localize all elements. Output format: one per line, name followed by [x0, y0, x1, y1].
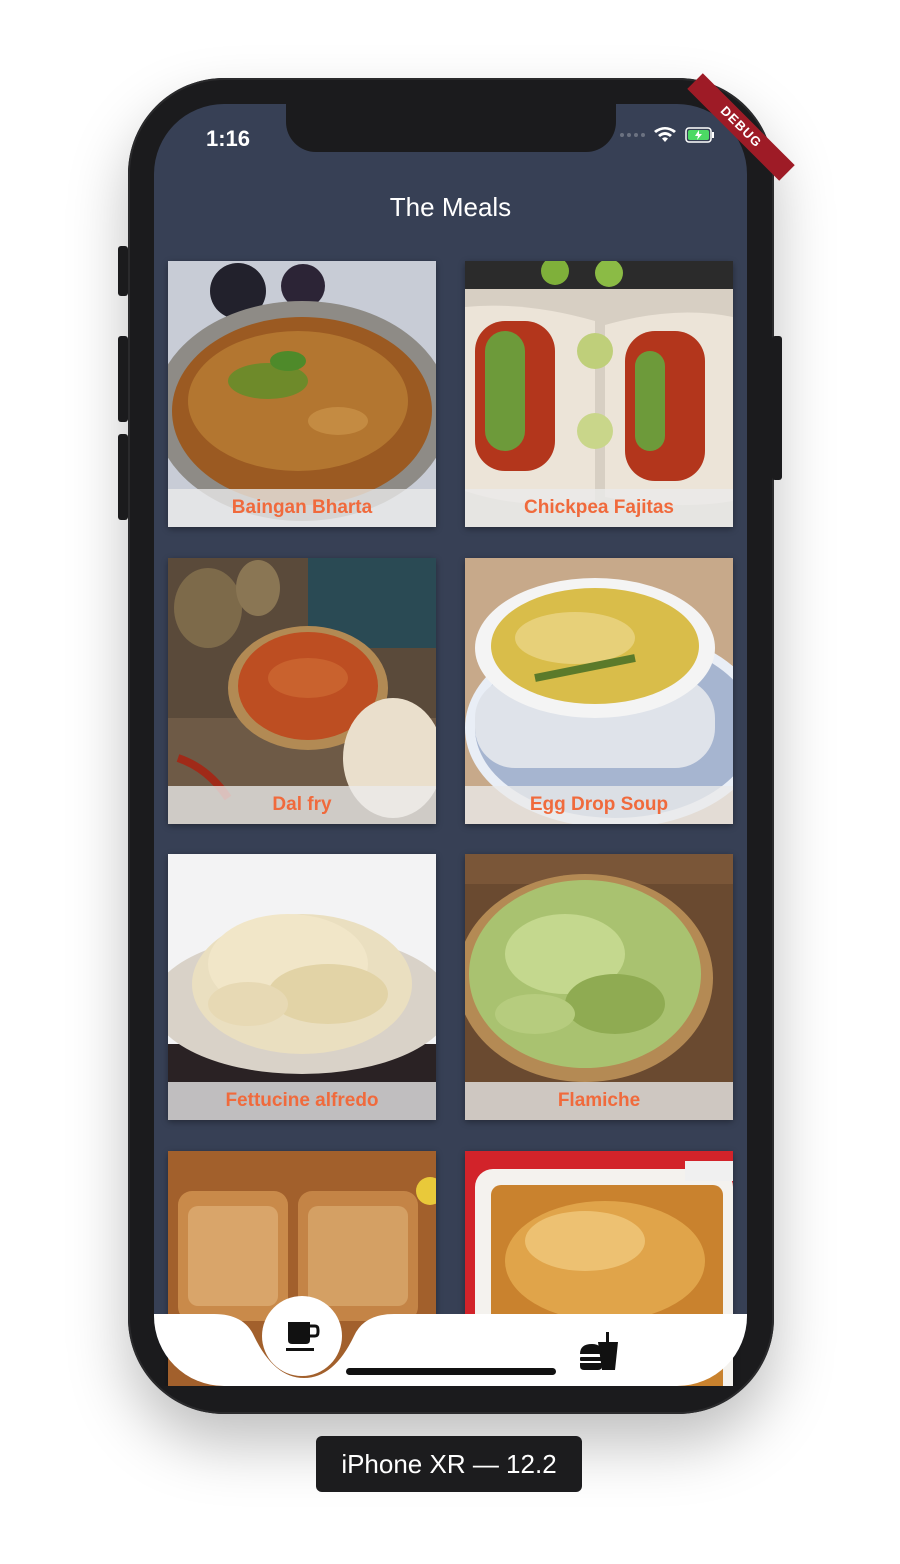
- meal-image: [465, 261, 733, 527]
- meal-image: [465, 558, 733, 824]
- meal-image: [168, 558, 436, 824]
- volume-up-button: [118, 336, 128, 422]
- meal-image: [168, 261, 436, 527]
- meal-image: [168, 854, 436, 1120]
- app-title: The Meals: [389, 192, 512, 222]
- meal-name: Chickpea Fajitas: [465, 489, 733, 527]
- burger-drink-icon: [580, 1332, 618, 1370]
- meal-card[interactable]: Egg Drop Soup: [465, 558, 733, 824]
- meal-card[interactable]: Flamiche: [465, 854, 733, 1120]
- home-indicator[interactable]: [346, 1368, 556, 1375]
- meal-image: [465, 854, 733, 1120]
- meal-card[interactable]: Dal fry: [168, 558, 436, 824]
- notch: [286, 104, 616, 152]
- meal-name: Flamiche: [465, 1082, 733, 1120]
- meal-card[interactable]: Baingan Bharta: [168, 261, 436, 527]
- status-icons: [620, 126, 715, 144]
- meal-card[interactable]: Chickpea Fajitas: [465, 261, 733, 527]
- wifi-icon: [654, 127, 676, 142]
- coffee-cup-icon: [286, 1322, 320, 1351]
- volume-down-button: [118, 434, 128, 520]
- nav-item-burger[interactable]: [578, 1332, 620, 1372]
- nav-item-coffee[interactable]: [262, 1296, 342, 1376]
- meal-name: Dal fry: [168, 786, 436, 824]
- meal-card[interactable]: Fettucine alfredo: [168, 854, 436, 1120]
- status-time: 1:16: [206, 126, 251, 151]
- meal-name: Egg Drop Soup: [465, 786, 733, 824]
- battery-charging-icon: [685, 127, 714, 143]
- bottom-nav-background: [154, 1314, 747, 1386]
- meal-name: Fettucine alfredo: [168, 1082, 436, 1120]
- mute-switch: [118, 246, 128, 296]
- device-label: iPhone XR — 12.2: [316, 1436, 582, 1492]
- meal-name: Baingan Bharta: [168, 489, 436, 527]
- power-button: [772, 336, 782, 480]
- meal-grid: Baingan Bharta Chickpea Fajitas Dal fry …: [154, 104, 747, 1386]
- bottom-nav: [154, 1314, 747, 1386]
- cellular-signal-icon: [620, 133, 645, 137]
